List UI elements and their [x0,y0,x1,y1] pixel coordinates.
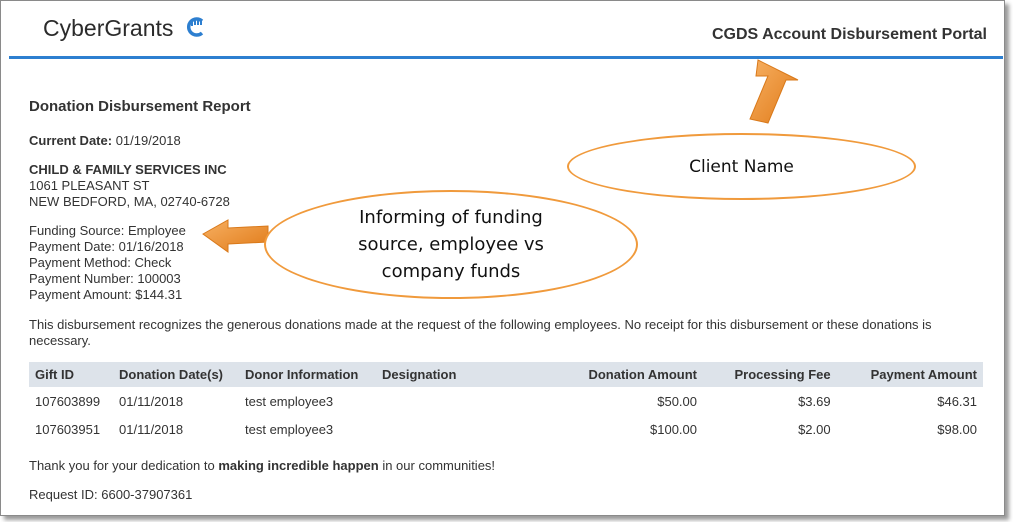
callout-funding-line3: company funds [381,261,521,282]
arrow-up-icon [749,59,799,124]
callout-funding-line2: source, employee vs [358,234,544,255]
callout-funding-line1: Informing of funding [359,207,543,228]
arrow-left-icon [202,219,269,253]
callout-client-name: Client Name [567,133,916,200]
callout-funding-source: Informing of funding source, employee vs… [264,190,638,299]
